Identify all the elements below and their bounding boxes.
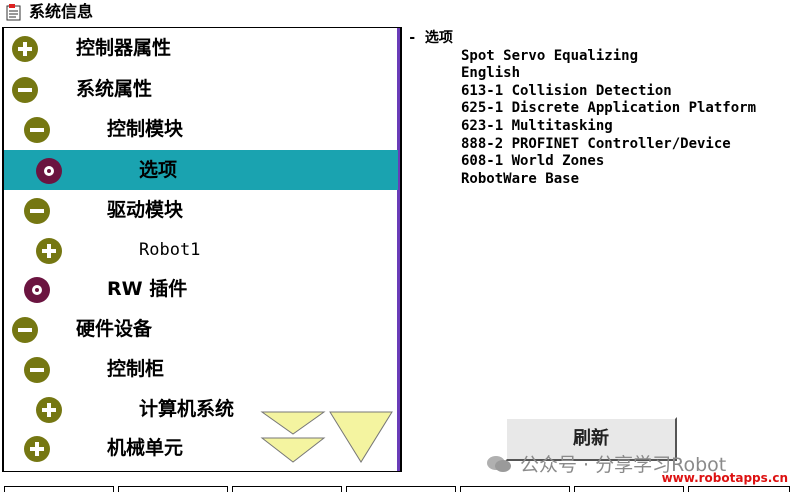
option-item: Spot Servo Equalizing: [461, 47, 639, 64]
scroll-arrows: [260, 411, 393, 463]
option-item: 888-2 PROFINET Controller/Device: [461, 135, 731, 152]
bottom-tab[interactable]: [232, 486, 342, 492]
tree-item[interactable]: 控制模块: [4, 109, 398, 149]
options-panel: - 选项 Spot Servo Equalizing English 613-1 C…: [408, 30, 756, 188]
collapse-icon[interactable]: [12, 317, 38, 343]
bottom-tab[interactable]: [118, 486, 228, 492]
wechat-icon: [487, 456, 511, 472]
title-bar: 系统信息: [0, 0, 794, 27]
option-item: English: [461, 65, 521, 82]
option-item: 608-1 World Zones: [461, 153, 605, 170]
bottom-tab-strip: [0, 486, 794, 492]
tree-item[interactable]: 控制器属性: [4, 28, 398, 68]
tree-item[interactable]: 硬件设备: [4, 309, 398, 349]
leaf-node-icon: [24, 277, 50, 303]
collapse-icon[interactable]: [24, 357, 50, 383]
tree-item[interactable]: RW 插件: [4, 269, 398, 309]
scroll-up-arrow-2-icon[interactable]: [260, 437, 326, 463]
option-item: RobotWare Base: [461, 170, 580, 187]
bottom-tab[interactable]: [688, 486, 790, 492]
scroll-down-arrow-icon[interactable]: [329, 411, 393, 463]
tree-item-label: 硬件设备: [76, 318, 153, 340]
bottom-tab[interactable]: [574, 486, 684, 492]
system-info-icon: [6, 4, 21, 21]
tree-item-label: 系统属性: [76, 78, 153, 100]
tree-item[interactable]: 系统属性: [4, 69, 398, 109]
bottom-tab[interactable]: [4, 486, 114, 492]
bottom-tab[interactable]: [346, 486, 456, 492]
expand-icon[interactable]: [36, 238, 62, 264]
expand-icon[interactable]: [24, 436, 50, 462]
collapse-icon[interactable]: [12, 77, 38, 103]
collapse-icon[interactable]: [24, 117, 50, 143]
option-item: 625-1 Discrete Application Platform: [461, 100, 757, 117]
expand-icon[interactable]: [12, 36, 38, 62]
scroll-up-arrow-icon[interactable]: [260, 411, 326, 435]
watermark-url: www.robotapps.cn: [661, 471, 788, 485]
option-item: 623-1 Multitasking: [461, 117, 613, 134]
tree-item-label: Robot1: [139, 240, 201, 260]
system-tree[interactable]: 控制器属性系统属性控制模块选项驱动模块 Robot1 RW 插件硬件设备控制柜计算机…: [2, 27, 402, 472]
tree-item[interactable]: 控制柜: [4, 349, 398, 389]
collapse-icon[interactable]: [24, 198, 50, 224]
leaf-node-icon: [36, 158, 62, 184]
window-title: 系统信息: [29, 2, 94, 21]
tree-item[interactable]: Robot1: [4, 230, 398, 270]
pane-divider[interactable]: [400, 27, 402, 472]
tree-item[interactable]: 选项: [4, 150, 398, 190]
option-item: 613-1 Collision Detection: [461, 82, 672, 99]
tree-item-label: 控制器属性: [76, 37, 172, 59]
tree-item-label: 机械单元: [107, 437, 184, 459]
tree-item-label: RW 插件: [107, 278, 188, 300]
tree-item[interactable]: 驱动模块: [4, 190, 398, 230]
tree-item-label: 计算机系统: [139, 398, 235, 420]
expand-icon[interactable]: [36, 397, 62, 423]
tree-item-label: 选项: [139, 159, 178, 181]
bottom-tab[interactable]: [460, 486, 570, 492]
tree-item-label: 驱动模块: [107, 199, 184, 221]
options-header: - 选项: [408, 30, 453, 46]
tree-item-label: 控制模块: [107, 118, 184, 140]
tree-item-label: 控制柜: [107, 358, 165, 380]
